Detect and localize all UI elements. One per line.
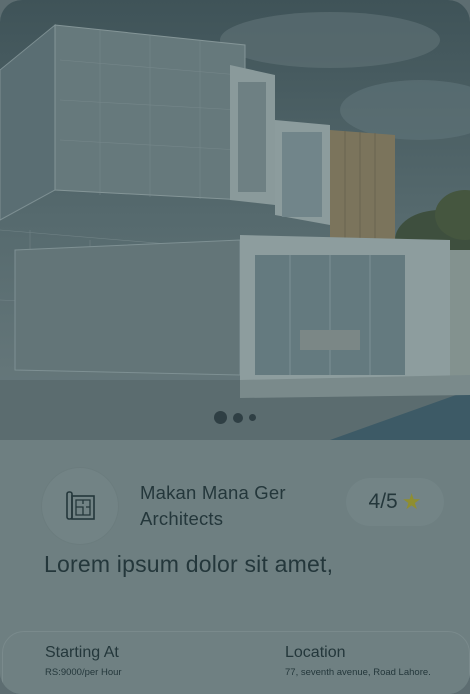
blueprint-icon [66,491,95,520]
carousel-dot[interactable] [214,411,227,424]
company-logo [42,468,118,544]
location-label: Location [285,644,346,661]
price-label: Starting At [45,644,119,661]
carousel-dot[interactable] [249,414,256,421]
house-image-carousel[interactable] [0,0,470,440]
company-name: Makan Mana Ger Architects [140,482,286,529]
location-value: 77, seventh avenue, Road Lahore. [285,667,431,678]
details-bar: Starting At RS:9000/per Hour Location 77… [2,631,470,694]
star-icon: ★ [401,489,422,514]
carousel-dots [0,411,470,424]
architect-card[interactable]: Makan Mana Ger Architects 4/5 ★ Lorem ip… [0,0,470,694]
house-image [0,0,470,440]
rating-value: 4/5 [368,490,398,513]
price-value: RS:9000/per Hour [45,667,122,678]
rating-badge: 4/5 ★ [346,478,444,526]
description-text: Lorem ipsum dolor sit amet, [44,551,334,577]
carousel-dot[interactable] [233,412,243,423]
